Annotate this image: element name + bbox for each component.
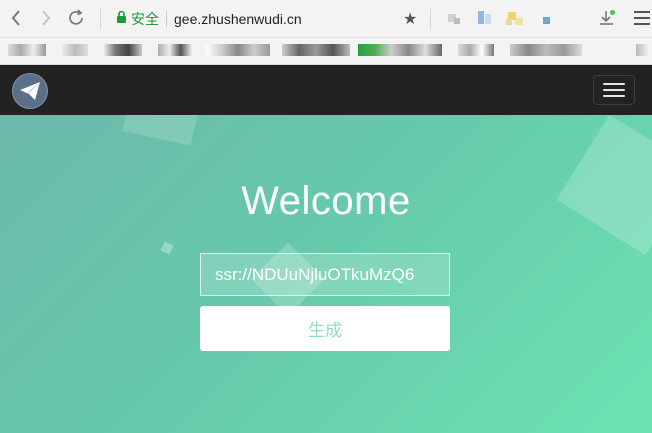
reload-icon[interactable] xyxy=(66,8,86,28)
url-divider xyxy=(166,11,167,27)
forward-icon[interactable] xyxy=(36,8,56,28)
separator xyxy=(100,9,101,29)
extension-icon[interactable] xyxy=(446,10,462,31)
star-icon[interactable]: ★ xyxy=(403,9,417,29)
secure-label: 安全 xyxy=(131,11,159,27)
bookmark-item[interactable] xyxy=(8,44,46,56)
bookmark-item[interactable] xyxy=(510,44,582,56)
address-bar[interactable]: 安全 gee.zhushenwudi.cn xyxy=(116,10,302,28)
menu-icon[interactable] xyxy=(634,11,650,29)
paper-plane-logo[interactable] xyxy=(12,73,48,109)
extension-icon[interactable] xyxy=(477,10,493,31)
page-title: Welcome xyxy=(241,179,411,223)
back-icon[interactable] xyxy=(6,8,26,28)
bookmark-item[interactable] xyxy=(636,44,648,56)
decor-square xyxy=(160,241,174,255)
bookmark-item[interactable] xyxy=(458,44,494,56)
bookmark-item[interactable] xyxy=(158,44,192,56)
bookmark-item[interactable] xyxy=(282,44,350,56)
download-icon[interactable] xyxy=(598,9,616,32)
extension-icon[interactable] xyxy=(541,10,553,31)
hamburger-icon[interactable] xyxy=(593,75,635,105)
extension-icon[interactable] xyxy=(505,10,525,31)
site-navbar xyxy=(0,65,652,115)
bookmarks-bar xyxy=(0,38,652,65)
lock-icon xyxy=(116,10,127,29)
bookmark-item[interactable] xyxy=(358,44,442,56)
ssr-input[interactable] xyxy=(200,253,450,296)
bookmark-item[interactable] xyxy=(206,44,270,56)
decor-square xyxy=(122,115,204,146)
bookmark-item[interactable] xyxy=(102,44,142,56)
url-text[interactable]: gee.zhushenwudi.cn xyxy=(174,11,302,27)
bookmark-item[interactable] xyxy=(62,44,88,56)
separator xyxy=(430,9,431,29)
hero-section: Welcome 生成 xyxy=(0,115,652,433)
browser-toolbar: 安全 gee.zhushenwudi.cn ★ xyxy=(0,0,652,38)
generate-button[interactable]: 生成 xyxy=(200,306,450,351)
